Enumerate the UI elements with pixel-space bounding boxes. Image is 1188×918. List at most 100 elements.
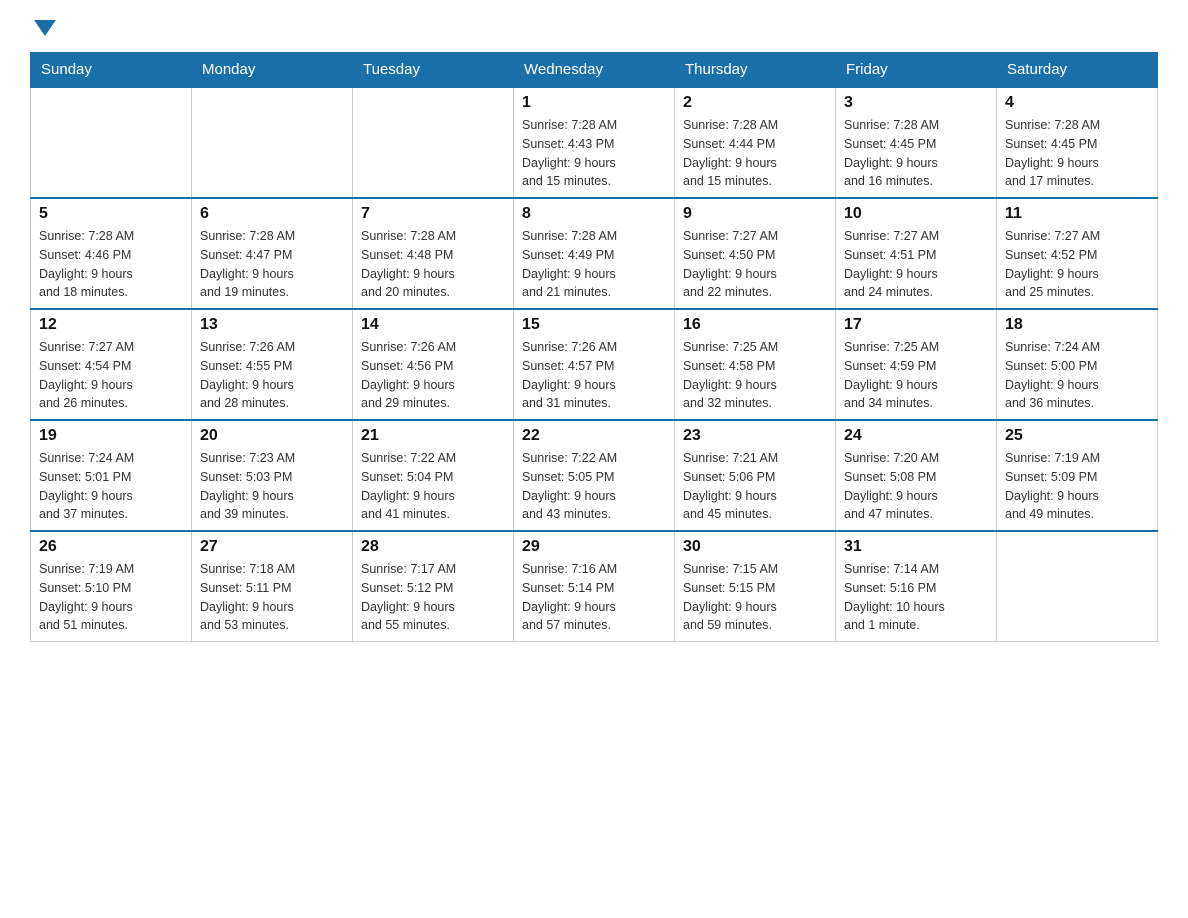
day-info: Sunrise: 7:25 AM Sunset: 4:59 PM Dayligh… xyxy=(844,338,988,413)
day-info: Sunrise: 7:28 AM Sunset: 4:49 PM Dayligh… xyxy=(522,227,666,302)
calendar-cell: 4 Sunrise: 7:28 AM Sunset: 4:45 PM Daylig… xyxy=(997,87,1158,198)
calendar-cell: 22 Sunrise: 7:22 AM Sunset: 5:05 PM Dayli… xyxy=(514,420,675,531)
calendar-cell xyxy=(192,87,353,198)
day-number: 7 xyxy=(361,205,505,223)
day-info: Sunrise: 7:28 AM Sunset: 4:45 PM Dayligh… xyxy=(844,116,988,191)
col-saturday: Saturday xyxy=(997,53,1158,88)
day-info: Sunrise: 7:19 AM Sunset: 5:09 PM Dayligh… xyxy=(1005,449,1149,524)
day-number: 28 xyxy=(361,538,505,556)
day-number: 25 xyxy=(1005,427,1149,445)
day-info: Sunrise: 7:22 AM Sunset: 5:05 PM Dayligh… xyxy=(522,449,666,524)
calendar-cell: 9Sunrise: 7:27 AM Sunset: 4:50 PM Daylig… xyxy=(675,198,836,309)
day-info: Sunrise: 7:19 AM Sunset: 5:10 PM Dayligh… xyxy=(39,560,183,635)
day-number: 20 xyxy=(200,427,344,445)
week-row-2: 5 Sunrise: 7:28 AM Sunset: 4:46 PM Daylig… xyxy=(31,198,1158,309)
day-number: 18 xyxy=(1005,316,1149,334)
day-number: 10 xyxy=(844,205,988,223)
col-sunday: Sunday xyxy=(31,53,192,88)
calendar-cell: 14 Sunrise: 7:26 AM Sunset: 4:56 PM Dayli… xyxy=(353,309,514,420)
calendar-cell: 7Sunrise: 7:28 AM Sunset: 4:48 PM Daylig… xyxy=(353,198,514,309)
day-info: Sunrise: 7:28 AM Sunset: 4:44 PM Dayligh… xyxy=(683,116,827,191)
day-number: 11 xyxy=(1005,205,1149,223)
day-info: Sunrise: 7:23 AM Sunset: 5:03 PM Dayligh… xyxy=(200,449,344,524)
day-number: 9 xyxy=(683,205,827,223)
calendar-cell: 10 Sunrise: 7:27 AM Sunset: 4:51 PM Dayli… xyxy=(836,198,997,309)
day-number: 14 xyxy=(361,316,505,334)
page-header xyxy=(30,20,1158,36)
day-info: Sunrise: 7:26 AM Sunset: 4:57 PM Dayligh… xyxy=(522,338,666,413)
calendar-cell: 28 Sunrise: 7:17 AM Sunset: 5:12 PM Dayli… xyxy=(353,531,514,642)
calendar-cell: 5 Sunrise: 7:28 AM Sunset: 4:46 PM Daylig… xyxy=(31,198,192,309)
day-info: Sunrise: 7:17 AM Sunset: 5:12 PM Dayligh… xyxy=(361,560,505,635)
calendar-cell xyxy=(353,87,514,198)
calendar-cell: 13 Sunrise: 7:26 AM Sunset: 4:55 PM Dayli… xyxy=(192,309,353,420)
day-info: Sunrise: 7:18 AM Sunset: 5:11 PM Dayligh… xyxy=(200,560,344,635)
calendar-cell: 21Sunrise: 7:22 AM Sunset: 5:04 PM Dayli… xyxy=(353,420,514,531)
day-info: Sunrise: 7:27 AM Sunset: 4:52 PM Dayligh… xyxy=(1005,227,1149,302)
day-number: 23 xyxy=(683,427,827,445)
day-info: Sunrise: 7:26 AM Sunset: 4:56 PM Dayligh… xyxy=(361,338,505,413)
day-number: 19 xyxy=(39,427,183,445)
day-info: Sunrise: 7:28 AM Sunset: 4:45 PM Dayligh… xyxy=(1005,116,1149,191)
calendar-cell: 27 Sunrise: 7:18 AM Sunset: 5:11 PM Dayli… xyxy=(192,531,353,642)
day-number: 5 xyxy=(39,205,183,223)
day-number: 21 xyxy=(361,427,505,445)
calendar-cell: 25 Sunrise: 7:19 AM Sunset: 5:09 PM Dayli… xyxy=(997,420,1158,531)
day-number: 22 xyxy=(522,427,666,445)
calendar-cell: 30Sunrise: 7:15 AM Sunset: 5:15 PM Dayli… xyxy=(675,531,836,642)
calendar-cell: 26 Sunrise: 7:19 AM Sunset: 5:10 PM Dayli… xyxy=(31,531,192,642)
calendar-cell: 23Sunrise: 7:21 AM Sunset: 5:06 PM Dayli… xyxy=(675,420,836,531)
week-row-5: 26 Sunrise: 7:19 AM Sunset: 5:10 PM Dayli… xyxy=(31,531,1158,642)
day-number: 1 xyxy=(522,94,666,112)
day-info: Sunrise: 7:16 AM Sunset: 5:14 PM Dayligh… xyxy=(522,560,666,635)
day-number: 16 xyxy=(683,316,827,334)
calendar-cell: 6 Sunrise: 7:28 AM Sunset: 4:47 PM Daylig… xyxy=(192,198,353,309)
day-info: Sunrise: 7:27 AM Sunset: 4:54 PM Dayligh… xyxy=(39,338,183,413)
day-info: Sunrise: 7:14 AM Sunset: 5:16 PM Dayligh… xyxy=(844,560,988,635)
day-info: Sunrise: 7:27 AM Sunset: 4:51 PM Dayligh… xyxy=(844,227,988,302)
day-number: 30 xyxy=(683,538,827,556)
calendar-table: Sunday Monday Tuesday Wednesday Thursday… xyxy=(30,52,1158,642)
day-number: 24 xyxy=(844,427,988,445)
day-number: 31 xyxy=(844,538,988,556)
day-number: 26 xyxy=(39,538,183,556)
col-monday: Monday xyxy=(192,53,353,88)
day-number: 27 xyxy=(200,538,344,556)
col-thursday: Thursday xyxy=(675,53,836,88)
day-info: Sunrise: 7:26 AM Sunset: 4:55 PM Dayligh… xyxy=(200,338,344,413)
calendar-cell: 29 Sunrise: 7:16 AM Sunset: 5:14 PM Dayli… xyxy=(514,531,675,642)
day-info: Sunrise: 7:28 AM Sunset: 4:47 PM Dayligh… xyxy=(200,227,344,302)
calendar-cell: 19 Sunrise: 7:24 AM Sunset: 5:01 PM Dayli… xyxy=(31,420,192,531)
calendar-cell: 11 Sunrise: 7:27 AM Sunset: 4:52 PM Dayli… xyxy=(997,198,1158,309)
col-tuesday: Tuesday xyxy=(353,53,514,88)
day-number: 6 xyxy=(200,205,344,223)
calendar-cell: 2 Sunrise: 7:28 AM Sunset: 4:44 PM Daylig… xyxy=(675,87,836,198)
day-number: 29 xyxy=(522,538,666,556)
logo xyxy=(30,20,56,36)
day-number: 15 xyxy=(522,316,666,334)
day-info: Sunrise: 7:24 AM Sunset: 5:00 PM Dayligh… xyxy=(1005,338,1149,413)
day-number: 13 xyxy=(200,316,344,334)
calendar-cell: 31 Sunrise: 7:14 AM Sunset: 5:16 PM Dayli… xyxy=(836,531,997,642)
calendar-cell: 1 Sunrise: 7:28 AM Sunset: 4:43 PM Daylig… xyxy=(514,87,675,198)
col-wednesday: Wednesday xyxy=(514,53,675,88)
calendar-cell: 15 Sunrise: 7:26 AM Sunset: 4:57 PM Dayli… xyxy=(514,309,675,420)
calendar-cell: 20 Sunrise: 7:23 AM Sunset: 5:03 PM Dayli… xyxy=(192,420,353,531)
day-number: 4 xyxy=(1005,94,1149,112)
day-info: Sunrise: 7:28 AM Sunset: 4:46 PM Dayligh… xyxy=(39,227,183,302)
calendar-cell: 24 Sunrise: 7:20 AM Sunset: 5:08 PM Dayli… xyxy=(836,420,997,531)
day-number: 12 xyxy=(39,316,183,334)
calendar-cell: 8Sunrise: 7:28 AM Sunset: 4:49 PM Daylig… xyxy=(514,198,675,309)
col-friday: Friday xyxy=(836,53,997,88)
week-row-4: 19 Sunrise: 7:24 AM Sunset: 5:01 PM Dayli… xyxy=(31,420,1158,531)
calendar-cell: 3Sunrise: 7:28 AM Sunset: 4:45 PM Daylig… xyxy=(836,87,997,198)
day-number: 2 xyxy=(683,94,827,112)
day-info: Sunrise: 7:28 AM Sunset: 4:43 PM Dayligh… xyxy=(522,116,666,191)
day-info: Sunrise: 7:20 AM Sunset: 5:08 PM Dayligh… xyxy=(844,449,988,524)
day-info: Sunrise: 7:25 AM Sunset: 4:58 PM Dayligh… xyxy=(683,338,827,413)
calendar-cell: 18 Sunrise: 7:24 AM Sunset: 5:00 PM Dayli… xyxy=(997,309,1158,420)
calendar-cell: 12 Sunrise: 7:27 AM Sunset: 4:54 PM Dayli… xyxy=(31,309,192,420)
calendar-cell: 17Sunrise: 7:25 AM Sunset: 4:59 PM Dayli… xyxy=(836,309,997,420)
calendar-cell xyxy=(31,87,192,198)
day-info: Sunrise: 7:24 AM Sunset: 5:01 PM Dayligh… xyxy=(39,449,183,524)
